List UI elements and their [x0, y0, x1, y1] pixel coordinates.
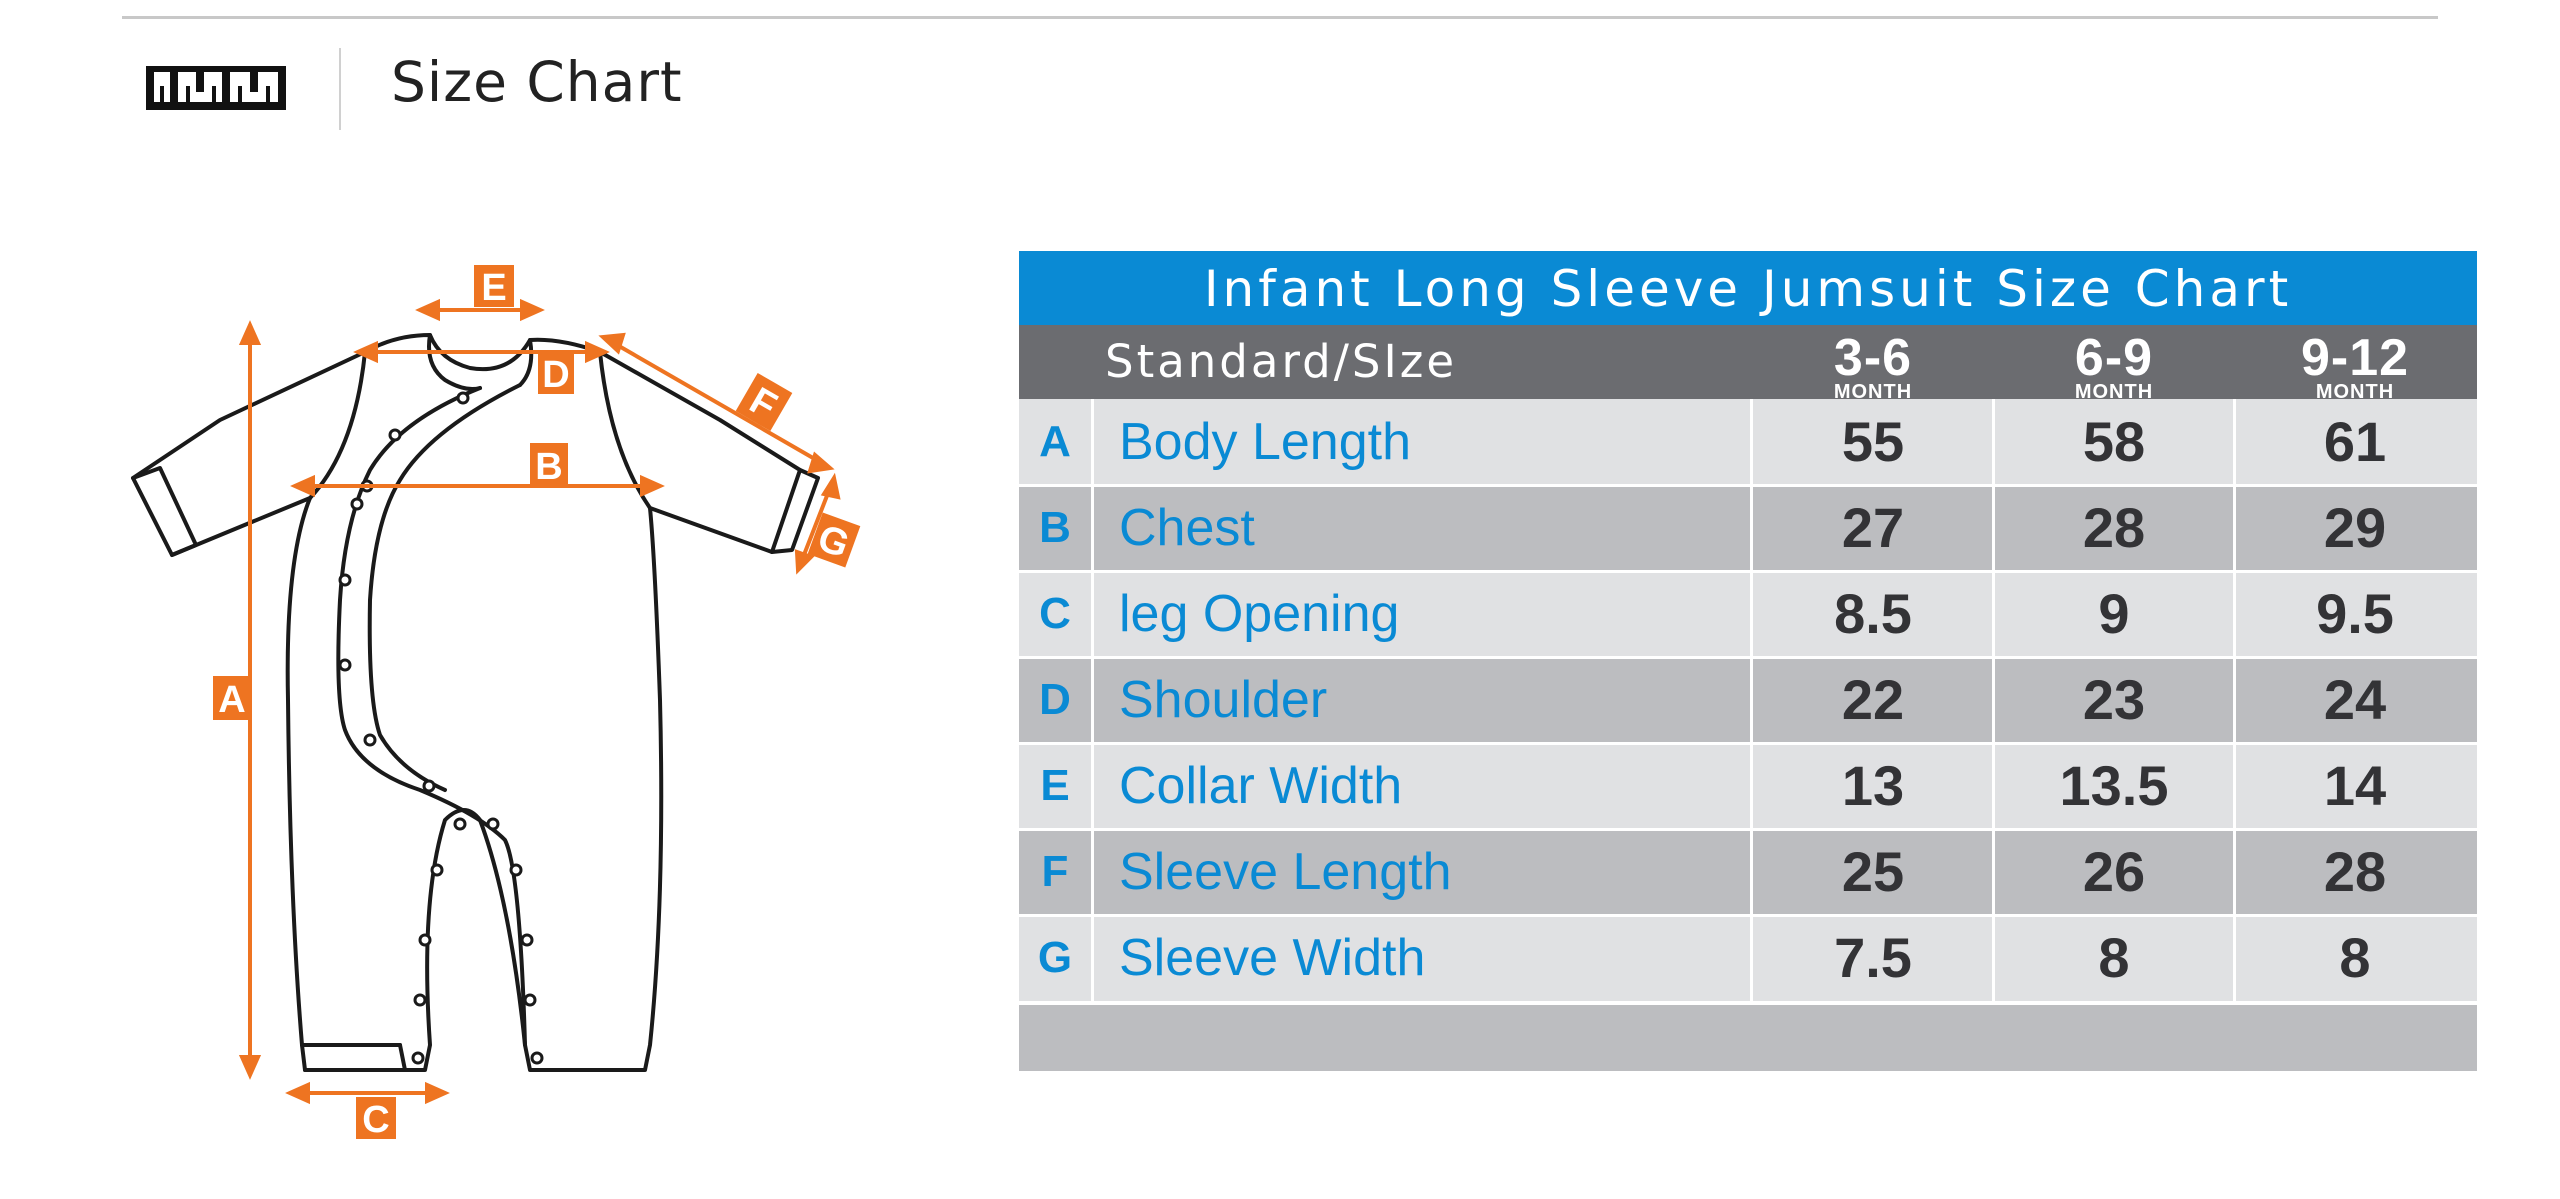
- dimension-a-label: A: [218, 679, 245, 721]
- row-measurement-name: Body Length: [1119, 413, 1412, 471]
- row-measurement-name: Collar Width: [1119, 757, 1403, 815]
- row-value: 28: [2082, 496, 2146, 559]
- row-value: 55: [1841, 410, 1905, 473]
- dimension-c-label: C: [362, 1099, 389, 1141]
- size-column-3-6: 3-6 MONTH: [1753, 325, 1993, 402]
- row-letter: E: [1040, 761, 1070, 810]
- row-measurement-name: Shoulder: [1119, 671, 1328, 729]
- table-row: C leg Opening 8.5 9 9.5: [1019, 571, 2477, 657]
- row-value: 61: [2323, 410, 2387, 473]
- table-header-row: Standard/SIze 3-6 MONTH 6-9 MONTH 9-12 M…: [1019, 325, 2477, 402]
- grid-line: [1019, 828, 2477, 831]
- grid-line: [1750, 399, 1753, 1001]
- row-value: 8: [2098, 926, 2130, 989]
- row-value: 13.5: [2059, 754, 2169, 817]
- size-range: 9-12: [2300, 329, 2410, 387]
- row-value: 13: [1841, 754, 1905, 817]
- ruler-icon: [146, 66, 286, 110]
- table-body: A Body Length 55 58 61 B Chest 27 28 29 …: [1019, 399, 2477, 1001]
- jumpsuit-diagram: A B C D E F G: [131, 265, 861, 1141]
- row-value: 8.5: [1834, 582, 1912, 645]
- row-value: 27: [1841, 496, 1905, 559]
- row-value: 7.5: [1834, 926, 1912, 989]
- row-letter: C: [1039, 589, 1071, 638]
- row-letter: A: [1039, 417, 1071, 466]
- row-value: 9.5: [2316, 582, 2394, 645]
- table-row: E Collar Width 13 13.5 14: [1019, 743, 2477, 829]
- row-value: 29: [2323, 496, 2387, 559]
- row-value: 25: [1841, 840, 1905, 903]
- grid-line: [1019, 484, 2477, 487]
- table-row: F Sleeve Length 25 26 28: [1019, 829, 2477, 915]
- row-letter: B: [1039, 503, 1071, 552]
- row-measurement-name: leg Opening: [1119, 585, 1400, 643]
- grid-line: [1019, 656, 2477, 659]
- grid-line: [1019, 914, 2477, 917]
- top-divider: [122, 16, 2438, 19]
- row-value: 58: [2082, 410, 2146, 473]
- header-divider: [339, 48, 341, 130]
- size-column-6-9: 6-9 MONTH: [1994, 325, 2234, 402]
- dimension-e-label: E: [481, 267, 506, 309]
- row-value: 14: [2323, 754, 2387, 817]
- table-footer: [1019, 1005, 2477, 1071]
- size-chart-table: Infant Long Sleeve Jumsuit Size Chart St…: [1019, 251, 2477, 1071]
- row-letter: F: [1041, 847, 1069, 896]
- row-value: 24: [2323, 668, 2387, 731]
- grid-line: [1019, 742, 2477, 745]
- dimension-b-label: B: [535, 446, 562, 488]
- table-title: Infant Long Sleeve Jumsuit Size Chart: [1019, 251, 2477, 325]
- table-row: G Sleeve Width 7.5 8 8: [1019, 915, 2477, 1001]
- page-title: Size Chart: [391, 50, 683, 114]
- row-value: 22: [1841, 668, 1905, 731]
- row-value: 8: [2339, 926, 2371, 989]
- row-value: 26: [2082, 840, 2146, 903]
- row-measurement-name: Sleeve Length: [1119, 843, 1452, 901]
- grid-line: [1019, 570, 2477, 573]
- grid-line: [2233, 399, 2236, 1001]
- table-row: B Chest 27 28 29: [1019, 485, 2477, 571]
- table-row: D Shoulder 22 23 24: [1019, 657, 2477, 743]
- dimension-d-label: D: [542, 354, 569, 396]
- row-value: 23: [2082, 668, 2146, 731]
- size-range: 3-6: [1833, 329, 1913, 387]
- row-value: 9: [2098, 582, 2130, 645]
- standard-size-label: Standard/SIze: [1105, 335, 1458, 388]
- dimension-labels: A B C D E F G: [213, 265, 861, 1141]
- row-measurement-name: Chest: [1119, 499, 1255, 557]
- size-range: 6-9: [2074, 329, 2154, 387]
- row-letter: G: [1037, 933, 1073, 982]
- row-measurement-name: Sleeve Width: [1119, 929, 1426, 987]
- row-value: 28: [2323, 840, 2387, 903]
- size-column-9-12: 9-12 MONTH: [2235, 325, 2475, 402]
- grid-line: [1992, 399, 1995, 1001]
- table-row: A Body Length 55 58 61: [1019, 399, 2477, 485]
- grid-line: [1091, 399, 1094, 1001]
- row-letter: D: [1039, 675, 1071, 724]
